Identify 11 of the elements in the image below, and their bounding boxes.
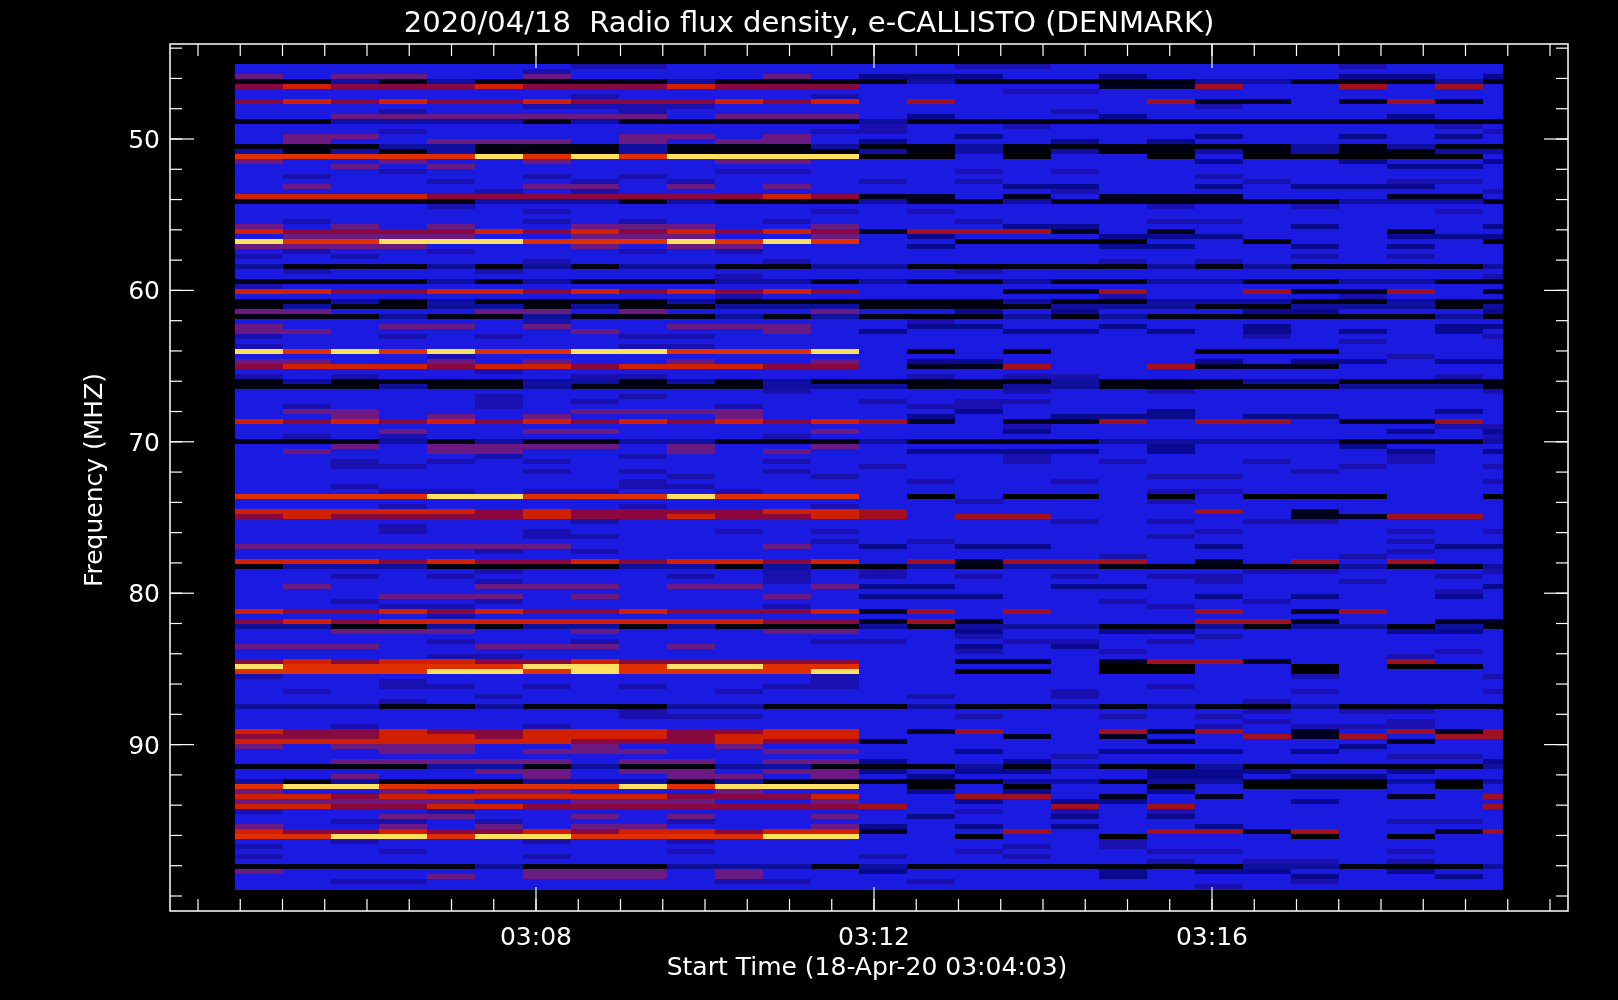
axis-tick-label: 70 [128, 427, 160, 457]
axis-tick-label: 03:12 [838, 922, 910, 951]
axis-tick-label: 90 [128, 730, 160, 760]
y-axis-label: Frequency (MHZ) [79, 372, 108, 588]
chart-title: 2020/04/18 Radio flux density, e-CALLISTO (DENMARK) [403, 5, 1215, 39]
axis-tick-label: 50 [128, 125, 160, 154]
axis-tick-label: 80 [128, 579, 160, 609]
x-axis-label: Start Time (18-Apr-20 03:04:03) [666, 952, 1068, 981]
axis-tick-label: 60 [128, 276, 160, 306]
axis-tick-label: 03:16 [1176, 922, 1248, 951]
axis-tick-label: 03:08 [500, 922, 572, 951]
